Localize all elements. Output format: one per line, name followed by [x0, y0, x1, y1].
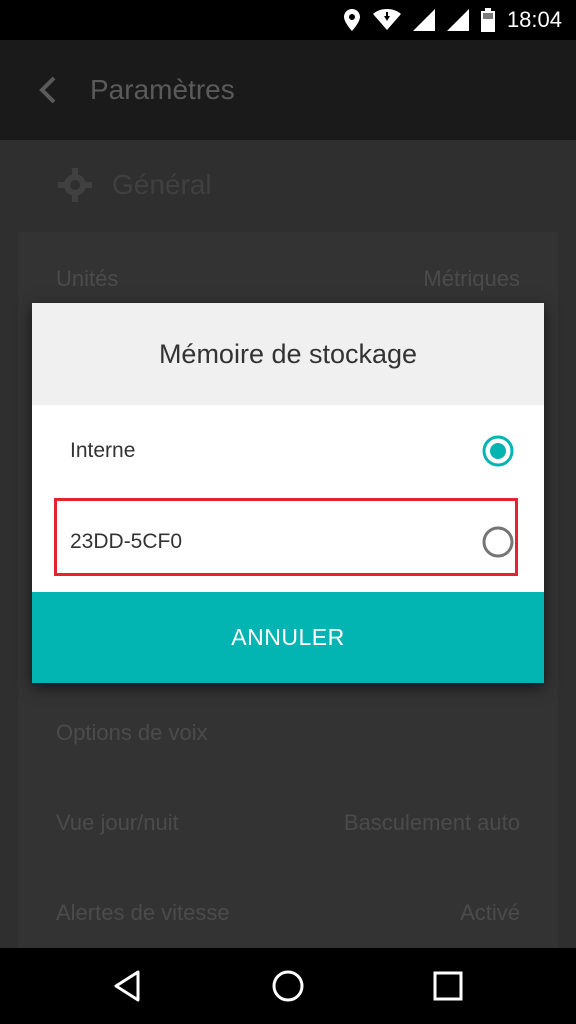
dialog-title: Mémoire de stockage: [158, 339, 418, 369]
status-bar: 18:04: [0, 0, 576, 40]
back-arrow-icon[interactable]: [34, 72, 64, 108]
row-label: Alertes de vitesse: [56, 900, 230, 925]
back-triangle-icon[interactable]: [110, 968, 146, 1004]
clock: 18:04: [506, 7, 562, 32]
row-label: Options de voix: [56, 720, 208, 745]
row-label: Vue jour/nuit: [56, 810, 179, 835]
signal-icon: [412, 9, 435, 31]
navigation-bar: [0, 948, 576, 1024]
radio-selected-icon[interactable]: [482, 435, 514, 467]
app-bar: Paramètres: [0, 40, 576, 140]
home-circle-icon[interactable]: [270, 968, 306, 1004]
option-label: Interne: [70, 439, 136, 462]
row-value: Métriques: [423, 266, 520, 291]
gear-icon: [58, 168, 92, 202]
wifi-icon: [372, 9, 401, 30]
signal-icon-2: [446, 9, 469, 31]
storage-dialog: Mémoire de stockage Interne 23DD-5CF0 AN…: [32, 303, 544, 683]
row-value: Activé: [460, 900, 520, 925]
row-label: Unités: [56, 266, 119, 291]
dialog-header: Mémoire de stockage: [32, 303, 544, 405]
settings-row-voice-options[interactable]: Options de voix: [56, 720, 520, 760]
settings-row-speed-alerts[interactable]: Alertes de vitesse Activé: [56, 900, 520, 940]
highlight-box: [54, 498, 518, 576]
settings-row-units[interactable]: Unités Métriques: [56, 266, 520, 306]
row-value: Basculement auto: [343, 810, 520, 835]
storage-option-internal[interactable]: Interne: [32, 405, 544, 495]
location-icon: [343, 9, 360, 31]
section-header: Général: [58, 168, 212, 202]
recents-square-icon[interactable]: [430, 968, 466, 1004]
page-title: Paramètres: [90, 74, 235, 105]
settings-row-day-night[interactable]: Vue jour/nuit Basculement auto: [56, 810, 520, 850]
section-title: Général: [112, 169, 212, 200]
battery-icon: [480, 8, 495, 32]
cancel-button[interactable]: ANNULER: [32, 592, 544, 683]
status-icons: 18:04: [343, 6, 562, 34]
